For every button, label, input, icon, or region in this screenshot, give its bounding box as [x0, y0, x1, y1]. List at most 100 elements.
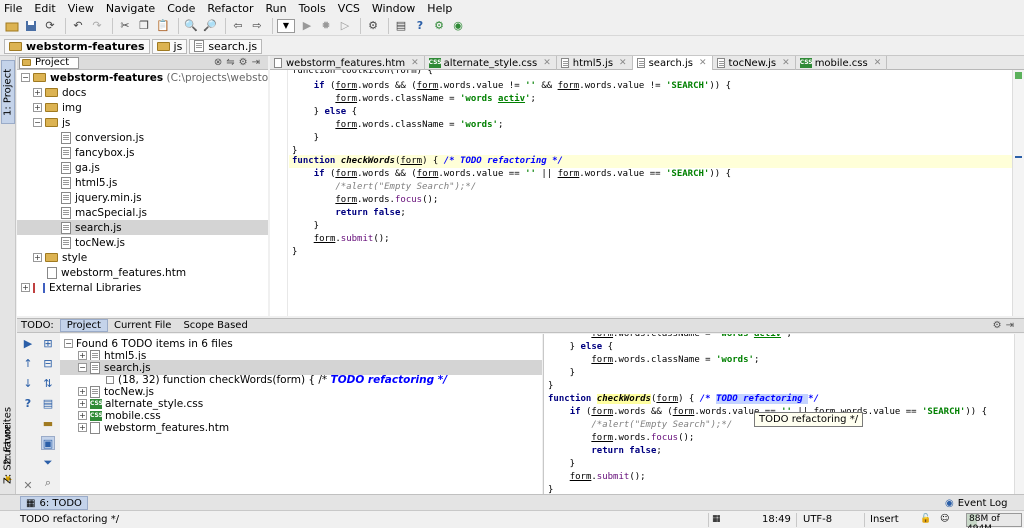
- menu-refactor[interactable]: Refactor: [207, 2, 253, 15]
- preview-scrollbar[interactable]: [1014, 334, 1024, 494]
- close-icon[interactable]: ✕: [782, 58, 790, 68]
- memory-indicator[interactable]: 88M of 494M: [966, 513, 1022, 528]
- tree-item-docs[interactable]: + docs: [33, 85, 86, 100]
- tree-item-webstorm-htm[interactable]: webstorm_features.htm: [47, 265, 186, 280]
- save-icon[interactable]: [23, 18, 39, 34]
- redo-icon[interactable]: ↷: [89, 18, 105, 34]
- lock-icon[interactable]: 🔓: [920, 514, 931, 524]
- tree-item-tocnew[interactable]: tocNew.js: [61, 235, 125, 250]
- breadcrumb-project[interactable]: webstorm-features: [4, 38, 150, 54]
- menu-file[interactable]: File: [4, 2, 22, 15]
- menu-view[interactable]: View: [68, 2, 94, 15]
- project-tool-tab[interactable]: 1: Project: [1, 60, 15, 124]
- tab-mobile-css[interactable]: CSS mobile.css ✕: [796, 56, 888, 70]
- expand-all-icon[interactable]: ⊞: [41, 336, 55, 350]
- breadcrumb-file[interactable]: search.js: [189, 38, 263, 54]
- collapse-toggle[interactable]: −: [21, 73, 30, 82]
- collapse-toggle[interactable]: −: [64, 339, 73, 348]
- collapse-toggle[interactable]: −: [78, 363, 87, 372]
- menu-vcs[interactable]: VCS: [338, 2, 360, 15]
- project-view-selector[interactable]: Project: [19, 56, 79, 69]
- tree-item-macspecial[interactable]: macSpecial.js: [61, 205, 147, 220]
- back-icon[interactable]: ⇦: [230, 18, 246, 34]
- cut-icon[interactable]: ✂: [117, 18, 133, 34]
- tab-project[interactable]: Project: [59, 319, 108, 332]
- structure-tool-tab[interactable]: Z: Structure: [0, 420, 16, 492]
- tree-item-html5[interactable]: html5.js: [61, 175, 117, 190]
- expand-toggle[interactable]: +: [33, 103, 42, 112]
- todo-marker[interactable]: [1015, 156, 1022, 158]
- next-icon[interactable]: ↓: [21, 376, 35, 390]
- run-config-dropdown[interactable]: ▼: [277, 18, 295, 33]
- tab-scope-based[interactable]: Scope Based: [177, 319, 253, 332]
- autoscroll-icon[interactable]: ⇅: [41, 376, 55, 390]
- help-icon[interactable]: ?: [21, 396, 35, 410]
- todo-item[interactable]: (18, 32) function checkWords(form) { /* …: [106, 372, 447, 387]
- layout-icon[interactable]: ▦: [712, 514, 721, 524]
- debug-icon[interactable]: ✹: [318, 18, 334, 34]
- tree-item-js[interactable]: − js: [33, 115, 70, 130]
- tree-item-ga[interactable]: ga.js: [61, 160, 100, 175]
- hide-icon[interactable]: ⇥: [1006, 320, 1018, 331]
- scroll-icon[interactable]: ⇋: [226, 57, 238, 68]
- todo-file-webstorm-htm[interactable]: + webstorm_features.htm: [78, 420, 229, 435]
- rerun-icon[interactable]: ▶: [21, 336, 35, 350]
- menu-help[interactable]: Help: [427, 2, 452, 15]
- filter-icon[interactable]: ⏷: [41, 456, 55, 470]
- close-icon[interactable]: ✕: [543, 58, 551, 68]
- folder-group-icon[interactable]: ▬: [41, 416, 55, 430]
- settings-icon[interactable]: ⚙: [365, 18, 381, 34]
- replace-icon[interactable]: 🔎: [202, 18, 218, 34]
- run-icon[interactable]: ▶: [299, 18, 315, 34]
- caret-position[interactable]: 18:49: [762, 514, 791, 525]
- close-panel-icon[interactable]: ✕: [21, 478, 35, 492]
- tab-tocnew-js[interactable]: tocNew.js ✕: [713, 56, 796, 70]
- todo-tool-tab[interactable]: ▦ 6: TODO: [20, 496, 88, 510]
- editor-scrollbar[interactable]: [1012, 70, 1024, 316]
- tree-item-fancybox[interactable]: fancybox.js: [61, 145, 134, 160]
- close-icon[interactable]: ✕: [699, 58, 707, 68]
- tree-item-search[interactable]: search.js: [17, 220, 268, 235]
- expand-toggle[interactable]: +: [33, 88, 42, 97]
- tab-search-js[interactable]: search.js ✕: [632, 56, 713, 70]
- gear-icon[interactable]: ⚙: [239, 57, 252, 68]
- copy-icon[interactable]: ❐: [136, 18, 152, 34]
- insert-mode[interactable]: Insert: [870, 514, 899, 525]
- tab-current-file[interactable]: Current File: [108, 319, 177, 332]
- plugin-icon[interactable]: ⚙: [431, 18, 447, 34]
- menu-window[interactable]: Window: [372, 2, 415, 15]
- tree-item-external-libraries[interactable]: + External Libraries: [21, 280, 141, 295]
- menu-run[interactable]: Run: [266, 2, 287, 15]
- hide-icon[interactable]: ⇥: [252, 57, 264, 68]
- coverage-icon[interactable]: ▷: [337, 18, 353, 34]
- event-log-tab[interactable]: ◉ Event Log: [945, 496, 1007, 510]
- code-editor[interactable]: function toolkitOn(form) { if (form.word…: [270, 70, 1012, 316]
- tab-alternate-style-css[interactable]: CSS alternate_style.css ✕: [425, 56, 557, 70]
- expand-toggle[interactable]: +: [33, 253, 42, 262]
- forward-icon[interactable]: ⇨: [249, 18, 265, 34]
- menu-navigate[interactable]: Navigate: [106, 2, 155, 15]
- tree-item-conversion[interactable]: conversion.js: [61, 130, 144, 145]
- expand-toggle[interactable]: +: [78, 387, 87, 396]
- collapse-toggle[interactable]: −: [33, 118, 42, 127]
- tree-item-style[interactable]: + style: [33, 250, 87, 265]
- tree-item-img[interactable]: + img: [33, 100, 82, 115]
- collapse-all-icon[interactable]: ⊟: [41, 356, 55, 370]
- expand-toggle[interactable]: +: [78, 351, 87, 360]
- breadcrumb-folder[interactable]: js: [151, 38, 188, 54]
- expand-toggle[interactable]: +: [78, 399, 87, 408]
- expand-toggle[interactable]: +: [78, 423, 87, 432]
- inspector-icon[interactable]: ☺: [940, 514, 949, 524]
- previous-icon[interactable]: ↑: [21, 356, 35, 370]
- preview-toggle-icon[interactable]: ▣: [41, 436, 55, 450]
- todo-preview-editor[interactable]: form.words.className = 'words activ'; } …: [543, 334, 1014, 494]
- close-icon[interactable]: ✕: [874, 58, 882, 68]
- open-icon[interactable]: [4, 18, 20, 34]
- expand-toggle[interactable]: +: [21, 283, 30, 292]
- tab-html5-js[interactable]: html5.js ✕: [557, 56, 633, 70]
- structure-icon[interactable]: ▤: [393, 18, 409, 34]
- menu-tools[interactable]: Tools: [299, 2, 326, 15]
- search-icon[interactable]: ⌕: [41, 476, 55, 490]
- undo-icon[interactable]: ↶: [70, 18, 86, 34]
- menu-edit[interactable]: Edit: [34, 2, 55, 15]
